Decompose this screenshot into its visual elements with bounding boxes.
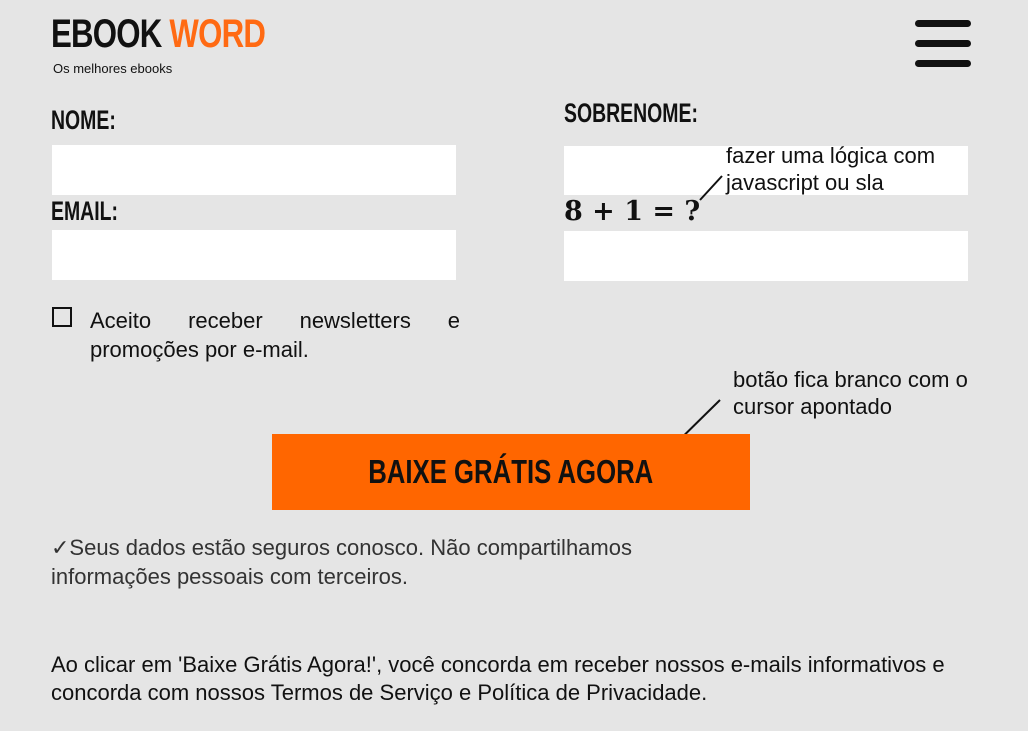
newsletter-consent-text: Aceito receber newsletters e promoções p… xyxy=(90,308,460,362)
captcha-note-pointer xyxy=(699,175,723,201)
button-note-line1: botão fica branco com o xyxy=(733,367,968,392)
newsletter-checkbox[interactable] xyxy=(52,307,72,327)
privacy-note: ✓Seus dados estão seguros conosco. Não c… xyxy=(51,535,632,589)
download-free-button-label: BAIXE GRÁTIS AGORA xyxy=(368,453,654,490)
button-note-line2: cursor apontado xyxy=(733,394,892,419)
download-free-button[interactable]: BAIXE GRÁTIS AGORA xyxy=(272,434,750,510)
legal-notice: Ao clicar em 'Baixe Grátis Agora!', você… xyxy=(51,652,945,705)
